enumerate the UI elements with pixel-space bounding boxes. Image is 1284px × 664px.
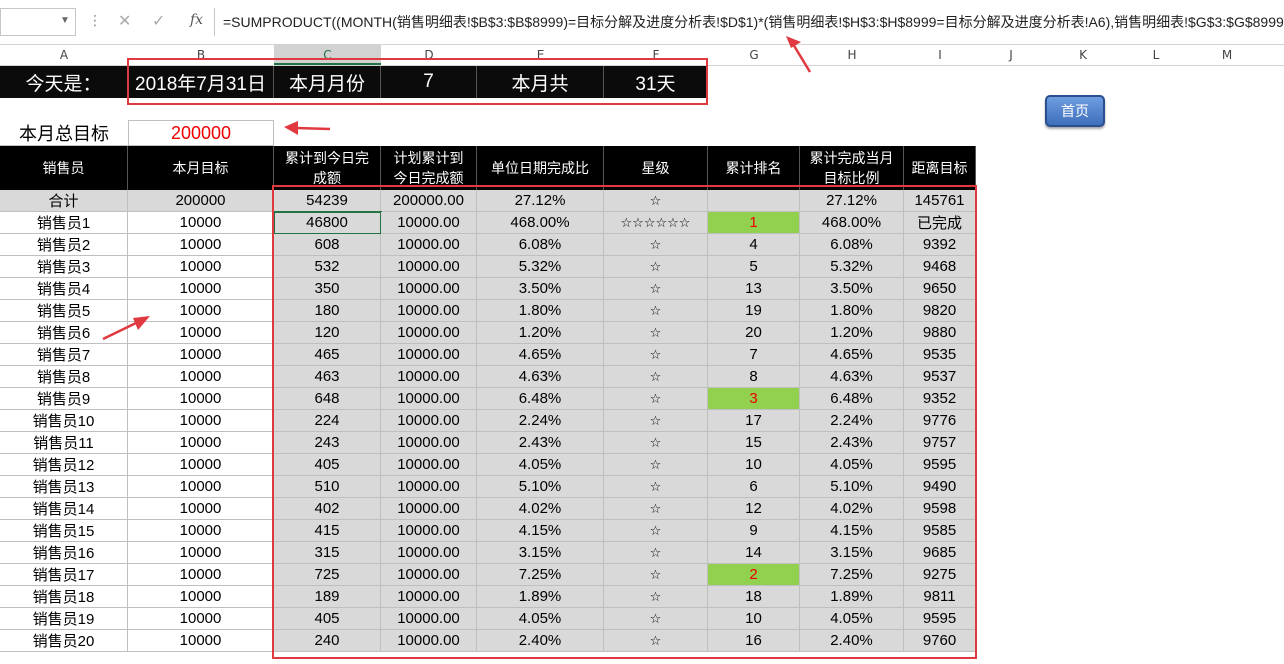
arrow-to-formula	[786, 36, 812, 73]
annotation-arrows	[102, 36, 812, 341]
arrow-to-data	[102, 316, 150, 341]
arrow-to-target	[284, 121, 331, 135]
